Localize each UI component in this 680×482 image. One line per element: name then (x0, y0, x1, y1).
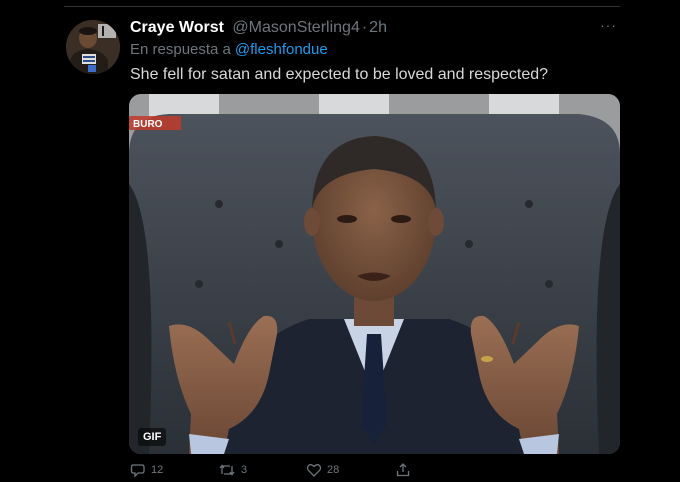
share-button[interactable] (395, 461, 411, 479)
reply-to-handle-link[interactable]: @fleshfondue (235, 41, 328, 58)
divider (64, 6, 620, 7)
share-upload-icon (396, 463, 410, 477)
tweet-text: She fell for satan and expected to be lo… (130, 66, 549, 83)
retweet-button[interactable]: 3 (218, 461, 247, 479)
more-dots-icon[interactable]: ··· (600, 18, 624, 32)
retweet-arrows-icon (219, 464, 235, 476)
avatar-image (66, 20, 120, 74)
like-button[interactable]: 28 (306, 461, 339, 479)
user-handle[interactable]: @MasonSterling4 (232, 19, 359, 36)
overlay-logo: BURO (133, 119, 163, 130)
tweet-timestamp[interactable]: 2h (369, 19, 387, 36)
reply-prefix: En respuesta a (130, 41, 231, 58)
reply-count: 12 (151, 464, 164, 476)
separator-dot: · (361, 19, 368, 36)
reply-context: En respuesta a @fleshfondue (130, 39, 328, 61)
display-name[interactable]: Craye Worst (130, 19, 224, 36)
retweet-count: 3 (241, 464, 248, 476)
gif-frame: BURO (129, 94, 620, 454)
heart-icon (306, 464, 322, 477)
tweet-page: ··· Craye Worst @MasonSterling4 · 2h En re… (0, 0, 680, 482)
like-count: 28 (327, 464, 340, 476)
comment-bubble-icon (130, 464, 145, 478)
gif-media[interactable]: BURO (129, 94, 620, 454)
gif-badge: GIF (138, 428, 167, 446)
reply-button[interactable]: 12 (130, 461, 163, 479)
avatar[interactable] (66, 20, 120, 74)
tweet-header: Craye Worst @MasonSterling4 · 2h (130, 17, 387, 39)
